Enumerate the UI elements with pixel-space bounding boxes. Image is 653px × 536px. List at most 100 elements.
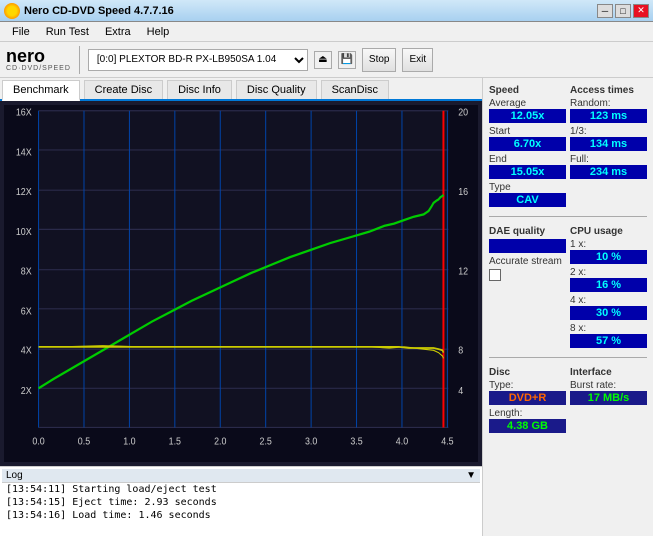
drive-selector[interactable]: [0:0] PLEXTOR BD-R PX-LB950SA 1.04 bbox=[88, 49, 308, 71]
disc-title: Disc bbox=[489, 367, 566, 378]
window-title: Nero CD-DVD Speed 4.7.7.16 bbox=[24, 5, 174, 17]
end-label: End bbox=[489, 154, 507, 165]
tab-create-disc[interactable]: Create Disc bbox=[84, 80, 163, 99]
menu-extra[interactable]: Extra bbox=[97, 24, 139, 40]
type-label: Type bbox=[489, 182, 511, 193]
access-times-column: Access times Random: 123 ms 1/3: 134 ms … bbox=[570, 82, 647, 210]
dae-title: DAE quality bbox=[489, 226, 566, 237]
average-label: Average bbox=[489, 98, 526, 109]
disc-column: Disc Type: DVD+R Length: 4.38 GB bbox=[489, 364, 566, 436]
svg-text:1.0: 1.0 bbox=[123, 436, 135, 448]
cpu-1x-value: 10 % bbox=[570, 250, 647, 264]
cpu-8x-value: 57 % bbox=[570, 334, 647, 348]
burst-rate-label: Burst rate: bbox=[570, 380, 616, 391]
cpu-column: CPU usage 1 x: 10 % 2 x: 16 % 4 x: 30 % … bbox=[570, 223, 647, 351]
stop-button[interactable]: Stop bbox=[362, 48, 397, 72]
benchmark-chart: 16X 14X 12X 10X 8X 6X 4X 2X 20 16 12 8 4… bbox=[4, 105, 478, 462]
svg-text:0.5: 0.5 bbox=[78, 436, 90, 448]
one-third-label: 1/3: bbox=[570, 126, 587, 137]
svg-text:4.5: 4.5 bbox=[441, 436, 453, 448]
tab-disc-info[interactable]: Disc Info bbox=[167, 80, 232, 99]
left-panel: Benchmark Create Disc Disc Info Disc Qua… bbox=[0, 78, 483, 536]
interface-column: Interface Burst rate: 17 MB/s bbox=[570, 364, 647, 436]
svg-text:1.5: 1.5 bbox=[169, 436, 181, 448]
disc-length-label: Length: bbox=[489, 408, 522, 419]
disc-length-value: 4.38 GB bbox=[489, 419, 566, 433]
log-content[interactable]: [13:54:11] Starting load/eject test [13:… bbox=[2, 483, 480, 530]
toolbar: nero CD·DVD/SPEED [0:0] PLEXTOR BD-R PX-… bbox=[0, 42, 653, 78]
svg-text:2.5: 2.5 bbox=[260, 436, 272, 448]
dae-column: DAE quality Accurate stream bbox=[489, 223, 566, 351]
svg-text:3.0: 3.0 bbox=[305, 436, 317, 448]
nero-logo: nero CD·DVD/SPEED bbox=[6, 47, 71, 72]
cpu-8x-label: 8 x: bbox=[570, 323, 586, 334]
menu-help[interactable]: Help bbox=[139, 24, 178, 40]
svg-text:8X: 8X bbox=[21, 266, 32, 278]
title-bar: Nero CD-DVD Speed 4.7.7.16 ─ □ ✕ bbox=[0, 0, 653, 22]
tab-benchmark[interactable]: Benchmark bbox=[2, 80, 80, 101]
svg-text:6X: 6X bbox=[21, 306, 32, 318]
svg-text:12X: 12X bbox=[16, 186, 32, 198]
menu-bar: File Run Test Extra Help bbox=[0, 22, 653, 42]
main-content: Benchmark Create Disc Disc Info Disc Qua… bbox=[0, 78, 653, 536]
one-third-value: 134 ms bbox=[570, 137, 647, 151]
log-entry-3: [13:54:16] Load time: 1.46 seconds bbox=[2, 509, 480, 522]
start-label: Start bbox=[489, 126, 510, 137]
svg-text:4X: 4X bbox=[21, 345, 32, 357]
svg-text:14X: 14X bbox=[16, 147, 32, 159]
access-times-title: Access times bbox=[570, 85, 647, 96]
speed-access-section: Speed Average 12.05x Start 6.70x End 15.… bbox=[489, 82, 647, 210]
window-controls: ─ □ ✕ bbox=[597, 4, 649, 18]
divider-1 bbox=[489, 216, 647, 217]
type-value: CAV bbox=[489, 193, 566, 207]
tab-disc-quality[interactable]: Disc Quality bbox=[236, 80, 317, 99]
svg-text:12: 12 bbox=[458, 266, 468, 278]
toolbar-divider bbox=[79, 46, 80, 74]
speed-title: Speed bbox=[489, 85, 566, 96]
cpu-4x-value: 30 % bbox=[570, 306, 647, 320]
svg-text:0.0: 0.0 bbox=[32, 436, 44, 448]
save-icon[interactable]: 💾 bbox=[338, 51, 356, 69]
divider-2 bbox=[489, 357, 647, 358]
log-area: Log ▼ [13:54:11] Starting load/eject tes… bbox=[0, 466, 482, 536]
chart-area: 16X 14X 12X 10X 8X 6X 4X 2X 20 16 12 8 4… bbox=[0, 101, 482, 466]
close-button[interactable]: ✕ bbox=[633, 4, 649, 18]
dae-cpu-section: DAE quality Accurate stream CPU usage 1 … bbox=[489, 223, 647, 351]
nero-logo-text: nero bbox=[6, 47, 45, 65]
svg-text:3.5: 3.5 bbox=[350, 436, 362, 448]
full-value: 234 ms bbox=[570, 165, 647, 179]
tab-bar: Benchmark Create Disc Disc Info Disc Qua… bbox=[0, 78, 482, 101]
exit-button[interactable]: Exit bbox=[402, 48, 433, 72]
app-icon bbox=[4, 3, 20, 19]
minimize-button[interactable]: ─ bbox=[597, 4, 613, 18]
svg-text:16X: 16X bbox=[16, 107, 32, 119]
cpu-1x-label: 1 x: bbox=[570, 239, 586, 250]
menu-run-test[interactable]: Run Test bbox=[38, 24, 97, 40]
svg-text:8: 8 bbox=[458, 345, 463, 357]
log-entry-2: [13:54:15] Eject time: 2.93 seconds bbox=[2, 496, 480, 509]
accurate-stream-checkbox[interactable] bbox=[489, 269, 501, 281]
speed-column: Speed Average 12.05x Start 6.70x End 15.… bbox=[489, 82, 566, 210]
svg-text:2.0: 2.0 bbox=[214, 436, 226, 448]
menu-file[interactable]: File bbox=[4, 24, 38, 40]
cpu-2x-value: 16 % bbox=[570, 278, 647, 292]
maximize-button[interactable]: □ bbox=[615, 4, 631, 18]
svg-text:20: 20 bbox=[458, 107, 468, 119]
tab-scan-disc[interactable]: ScanDisc bbox=[321, 80, 389, 99]
disc-type-label: Type: bbox=[489, 380, 513, 391]
log-scroll-indicator: ▼ bbox=[466, 470, 476, 481]
svg-text:2X: 2X bbox=[21, 385, 32, 397]
nero-logo-sub: CD·DVD/SPEED bbox=[6, 65, 71, 72]
accurate-stream-label: Accurate stream bbox=[489, 256, 566, 267]
random-label: Random: bbox=[570, 98, 611, 109]
end-value: 15.05x bbox=[489, 165, 566, 179]
disc-type-value: DVD+R bbox=[489, 391, 566, 405]
random-value: 123 ms bbox=[570, 109, 647, 123]
cpu-4x-label: 4 x: bbox=[570, 295, 586, 306]
interface-title: Interface bbox=[570, 367, 647, 378]
cpu-2x-label: 2 x: bbox=[570, 267, 586, 278]
log-header: Log ▼ bbox=[2, 469, 480, 483]
svg-text:4.0: 4.0 bbox=[396, 436, 408, 448]
eject-icon[interactable]: ⏏ bbox=[314, 51, 332, 69]
start-value: 6.70x bbox=[489, 137, 566, 151]
